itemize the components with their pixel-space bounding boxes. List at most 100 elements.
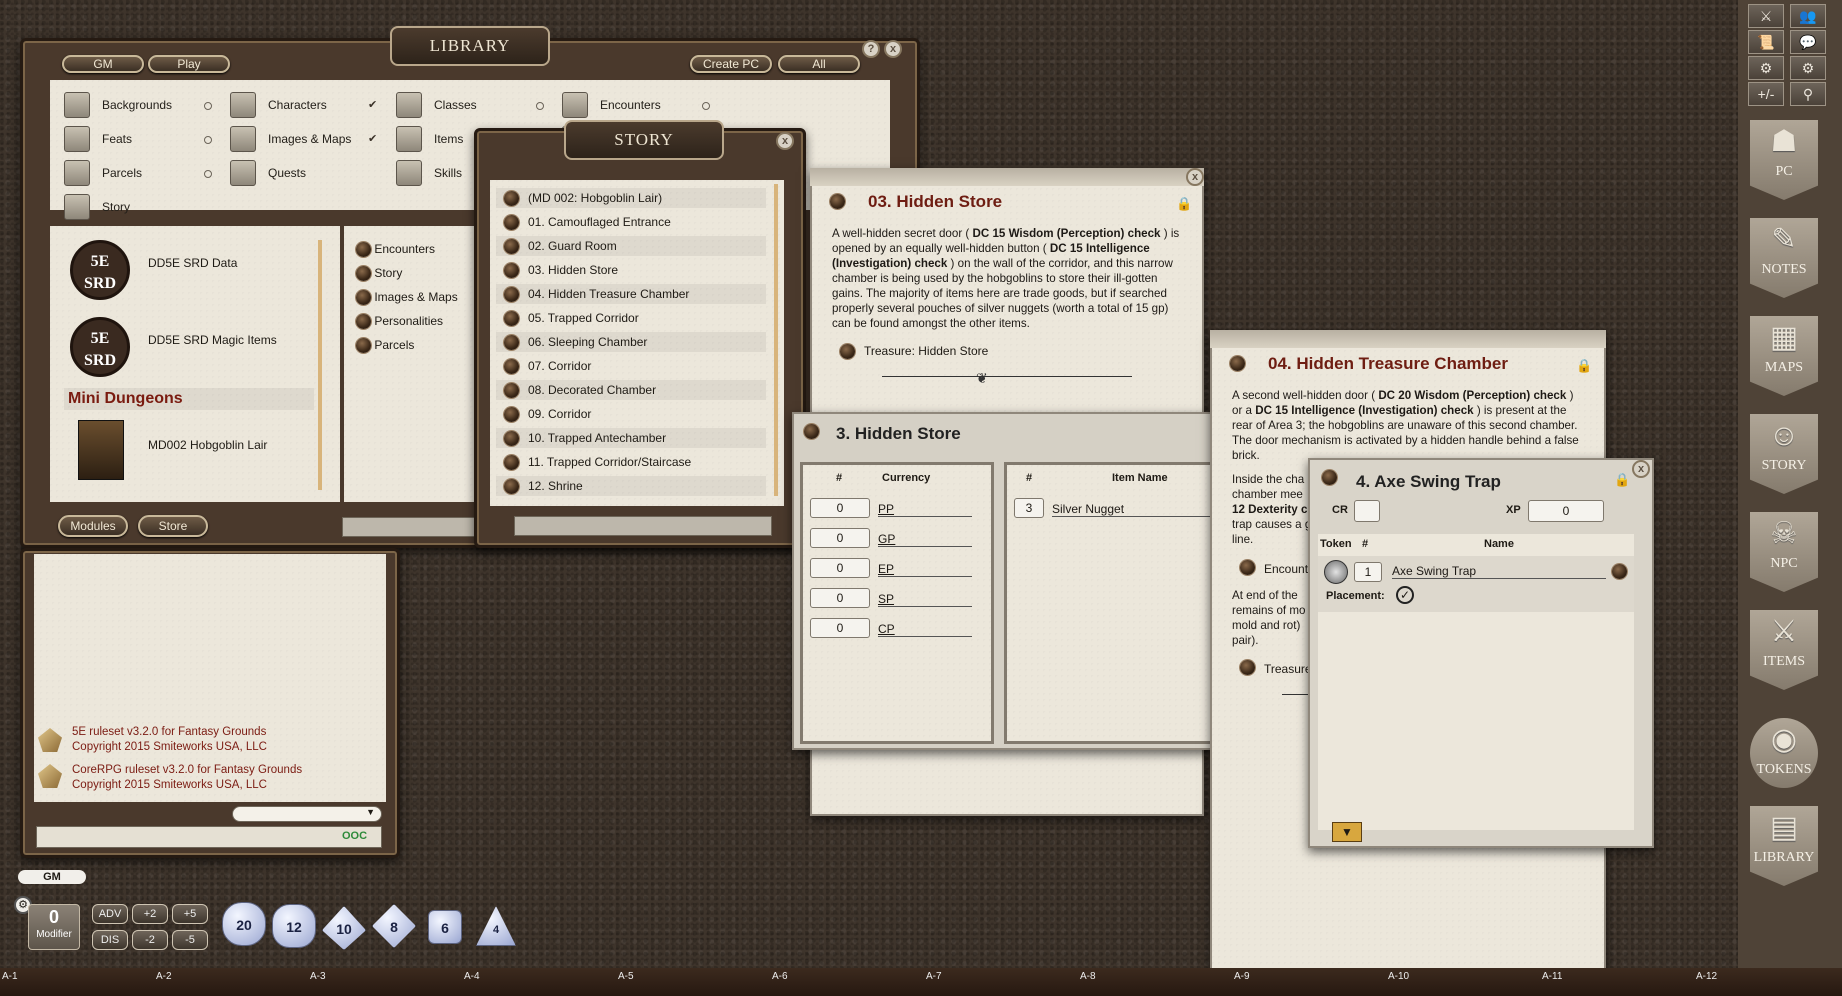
toolbar-tool-icon[interactable]: +/- [1748,82,1784,106]
currency-amount[interactable]: 0 [810,528,870,548]
filter-radio[interactable] [702,102,710,110]
category-skills[interactable]: Skills [434,166,462,180]
story-search-input[interactable] [514,516,772,536]
filter-radio[interactable] [204,170,212,178]
d12-die-icon[interactable]: 12 [272,904,316,948]
story-item[interactable]: 08. Decorated Chamber [496,380,766,400]
create-pc-button[interactable]: Create PC [690,55,772,73]
story-item[interactable]: 11. Trapped Corridor/Staircase [496,452,766,472]
story-item[interactable]: 04. Hidden Treasure Chamber [496,284,766,304]
currency-code[interactable]: GP [878,532,972,547]
module-link[interactable]: Images & Maps [356,290,458,305]
identity-badge[interactable]: GM [18,870,86,884]
lock-icon[interactable]: 🔒 [1176,196,1192,212]
link-icon[interactable] [1230,356,1245,371]
category-classes[interactable]: Classes [434,98,477,112]
module-srd-data[interactable]: 5E SRD DD5E SRD Data [70,240,320,302]
story-scrollbar[interactable] [774,184,778,496]
filter-radio[interactable] [536,102,544,110]
category-characters[interactable]: Characters [268,98,327,112]
sidebar-pc-button[interactable]: ☗PC [1750,120,1818,200]
minus5-button[interactable]: -5 [172,930,208,950]
chat-mode-dropdown[interactable]: ▼ [232,806,382,822]
link-icon[interactable] [840,344,855,359]
d8-die-icon[interactable]: 8 [372,904,416,948]
story-item[interactable]: 01. Camouflaged Entrance [496,212,766,232]
item-count[interactable]: 3 [1014,498,1044,518]
story-item[interactable]: 09. Corridor [496,404,766,424]
sidebar-items-button[interactable]: ⚔ITEMS [1750,610,1818,690]
story-item[interactable]: 10. Trapped Antechamber [496,428,766,448]
currency-code[interactable]: SP [878,592,972,607]
npc-count[interactable]: 1 [1354,562,1382,582]
module-link[interactable]: Story [356,266,402,281]
deliver-envelope-icon[interactable]: ▼ [1332,822,1362,842]
filter-radio[interactable] [204,102,212,110]
currency-code[interactable]: EP [878,562,972,577]
npc-link[interactable]: Axe Swing Trap [1392,564,1606,579]
story-title[interactable]: STORY [564,120,724,160]
link-icon[interactable] [804,424,819,439]
module-link[interactable]: Personalities [356,314,443,329]
toolbar-tool-icon[interactable]: ⚲ [1790,82,1826,106]
module-link[interactable]: Encounters [356,242,435,257]
toolbar-tool-icon[interactable]: 💬 [1790,30,1826,54]
close-icon[interactable]: x [776,132,794,150]
library-title[interactable]: LIBRARY [390,26,550,66]
link-icon[interactable] [1240,560,1255,575]
story-item[interactable]: 06. Sleeping Chamber [496,332,766,352]
category-encounters[interactable]: Encounters [600,98,661,112]
close-icon[interactable]: x [1632,460,1650,478]
toolbar-tool-icon[interactable]: ⚙ [1790,56,1826,80]
currency-amount[interactable]: 0 [810,618,870,638]
currency-code[interactable]: CP [878,622,972,637]
chat-input[interactable] [36,826,382,848]
minus2-button[interactable]: -2 [132,930,168,950]
currency-amount[interactable]: 0 [810,588,870,608]
ooc-toggle[interactable]: OOC [342,830,367,842]
sidebar-library-button[interactable]: ▤LIBRARY [1750,806,1818,886]
tab-gm[interactable]: GM [62,55,144,73]
close-icon[interactable]: x [1186,168,1204,186]
currency-code[interactable]: PP [878,502,972,517]
token-icon[interactable] [1324,560,1348,584]
link-icon[interactable] [1612,564,1627,579]
d6-die-icon[interactable]: 6 [428,910,462,944]
cr-field[interactable] [1354,500,1380,522]
close-icon[interactable]: x [884,40,902,58]
tab-play[interactable]: Play [148,55,230,73]
filter-check-icon[interactable]: ✔ [368,132,377,145]
category-items[interactable]: Items [434,132,463,146]
sidebar-maps-button[interactable]: ▦MAPS [1750,316,1818,396]
link-icon[interactable] [830,194,845,209]
story-item[interactable]: (MD 002: Hobgoblin Lair) [496,188,766,208]
filter-radio[interactable] [204,136,212,144]
category-backgrounds[interactable]: Backgrounds [102,98,172,112]
story-item[interactable]: 07. Corridor [496,356,766,376]
placement-check-icon[interactable]: ✓ [1396,586,1414,604]
item-link[interactable]: Silver Nugget [1052,502,1212,517]
story-item[interactable]: 12. Shrine [496,476,766,496]
story-item[interactable]: 02. Guard Room [496,236,766,256]
modules-button[interactable]: Modules [58,515,128,537]
xp-field[interactable]: 0 [1528,500,1604,522]
module-link[interactable]: Parcels [356,338,414,353]
category-parcels[interactable]: Parcels [102,166,142,180]
sidebar-npc-button[interactable]: ☠NPC [1750,512,1818,592]
modifier-box[interactable]: 0 Modifier [28,904,80,950]
encounter-link[interactable]: Encount [1264,562,1308,576]
d20-die-icon[interactable]: 20 [222,902,266,946]
story-item[interactable]: 05. Trapped Corridor [496,308,766,328]
sidebar-notes-button[interactable]: ✎NOTES [1750,218,1818,298]
module-srd-magic-items[interactable]: 5E SRD DD5E SRD Magic Items [70,317,320,379]
modules-scrollbar[interactable] [318,240,322,490]
all-button[interactable]: All [778,55,860,73]
link-icon[interactable] [1322,470,1337,485]
story-item[interactable]: 03. Hidden Store [496,260,766,280]
help-icon[interactable]: ? [862,40,880,58]
adv-button[interactable]: ADV [92,904,128,924]
category-images-maps[interactable]: Images & Maps [268,132,351,146]
library-search-input[interactable] [342,517,478,537]
d10-die-icon[interactable]: 10 [322,906,366,950]
lock-icon[interactable]: 🔒 [1614,472,1630,488]
